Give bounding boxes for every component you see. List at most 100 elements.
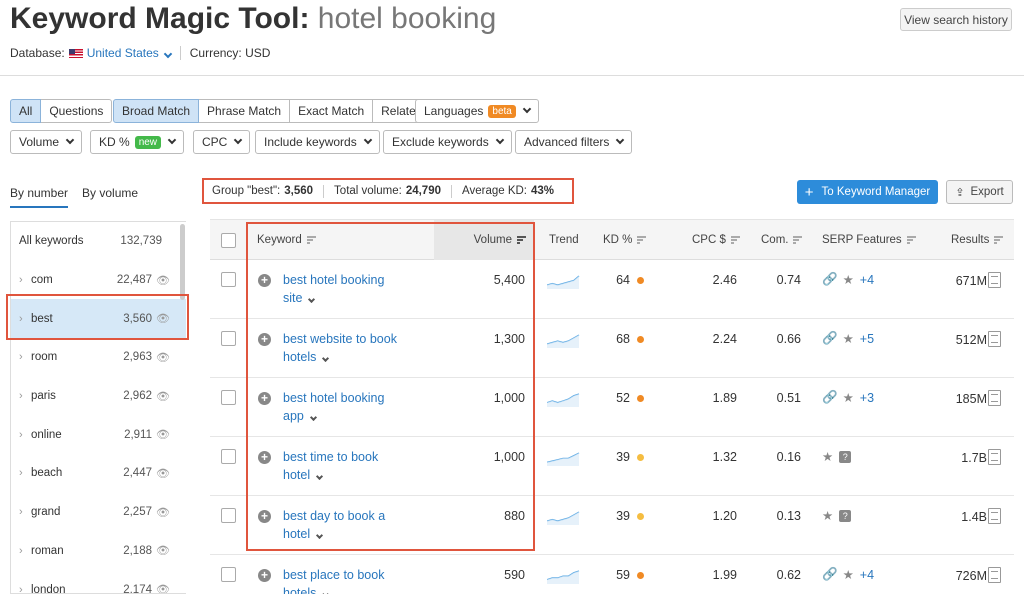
more-features-link[interactable]: +3 [860,391,874,405]
kd-dropdown[interactable]: KD % new [90,130,185,154]
chevron-right-icon: › [19,583,23,594]
tab-by-volume[interactable]: By volume [82,186,138,208]
export-icon: ⇪ [955,186,965,199]
column-keyword[interactable]: Keyword [257,220,316,260]
languages-dropdown[interactable]: Languages beta [415,99,539,123]
database-label: Database: [10,46,65,60]
tab-by-number[interactable]: By number [10,186,69,208]
group-count: 2,911 [124,428,152,441]
tab-questions[interactable]: Questions [41,99,113,123]
table-row[interactable]: + best hotel booking site 5,400 64 2.46 0.74 🔗 ★… [210,260,1014,319]
view-search-history-button[interactable]: View search history [900,8,1012,31]
group-all-keywords[interactable]: All keywords 132,739 [11,222,186,261]
chevron-down-icon[interactable] [308,295,316,304]
group-name: beach [31,467,63,480]
exclude-keywords-dropdown[interactable]: Exclude keywords [383,130,512,154]
keyword-link[interactable]: best website to book hotels [283,330,413,366]
serp-snapshot-icon[interactable] [988,272,1001,288]
serp-snapshot-icon[interactable] [988,449,1001,465]
cpc-cell: 2.24 [712,332,737,346]
chevron-down-icon[interactable] [316,531,324,540]
tab-exact-match[interactable]: Exact Match [290,99,374,123]
tab-phrase-match[interactable]: Phrase Match [199,99,291,123]
export-button[interactable]: ⇪ Export [946,180,1013,204]
table-row[interactable]: + best hotel booking app 1,000 52 1.89 0.51 🔗 ★ +… [210,378,1014,437]
chevron-down-icon[interactable] [322,354,330,363]
tab-all[interactable]: All [10,99,42,123]
table-row[interactable]: + best place to book hotels 590 59 1.99 0.62 🔗 ★… [210,555,1014,594]
keyword-link[interactable]: best place to book hotels [283,566,413,594]
group-item[interactable]: › online 2,911 👁 [11,415,186,454]
column-results[interactable]: Results [951,220,1004,260]
add-plus-icon[interactable]: + [258,333,271,346]
kd-cell: 52 [616,391,630,405]
to-keyword-manager-button[interactable]: + To Keyword Manager [797,180,938,204]
add-plus-icon[interactable]: + [258,569,271,582]
select-all-checkbox[interactable] [221,232,236,248]
eye-icon[interactable]: 👁 [156,467,170,480]
sidebar-scrollbar[interactable] [180,224,185,300]
group-item[interactable]: › beach 2,447 👁 [11,454,186,493]
keyword-link[interactable]: best day to book a hotel [283,507,413,543]
link-icon: 🔗 [822,272,838,286]
tab-broad-match[interactable]: Broad Match [113,99,200,123]
group-item[interactable]: › paris 2,962 👁 [11,377,186,416]
serp-snapshot-icon[interactable] [988,567,1001,583]
serp-snapshot-icon[interactable] [988,331,1001,347]
com-cell: 0.66 [776,332,801,346]
divider [451,184,452,198]
add-plus-icon[interactable]: + [258,451,271,464]
eye-icon[interactable]: 👁 [156,428,170,441]
chevron-down-icon[interactable] [316,472,324,481]
column-volume[interactable]: Volume [434,220,534,260]
more-features-link[interactable]: +4 [860,568,874,582]
keyword-line: hotels [283,586,317,594]
keyword-line: best hotel booking [283,273,385,287]
cpc-dropdown[interactable]: CPC [193,130,251,154]
average-kd-value: 43% [531,185,555,197]
database-select[interactable]: United States [87,46,172,60]
more-features-link[interactable]: +4 [860,273,874,287]
title-query: hotel booking [317,2,497,35]
row-checkbox[interactable] [221,331,236,346]
table-row[interactable]: + best website to book hotels 1,300 68 2.24 0.… [210,319,1014,378]
more-features-link[interactable]: +5 [860,332,874,346]
row-checkbox[interactable] [221,272,236,287]
eye-icon[interactable]: 👁 [156,506,170,519]
table-row[interactable]: + best day to book a hotel 880 39 1.20 0.13 ★? 1… [210,496,1014,555]
header-label: Trend [549,234,579,246]
group-count: 22,487 [116,274,152,287]
column-serp-features[interactable]: SERP Features [822,220,916,260]
group-item[interactable]: › room 2,963 👁 [11,338,186,377]
eye-icon[interactable]: 👁 [156,544,170,557]
keyword-link[interactable]: best hotel booking site [283,271,413,307]
column-kd[interactable]: KD % [603,220,647,260]
row-checkbox[interactable] [221,567,236,582]
group-item[interactable]: › london 2,174 👁 [11,570,186,594]
row-checkbox[interactable] [221,449,236,464]
column-com[interactable]: Com. [761,220,803,260]
results-cell: 671M [955,274,987,288]
row-checkbox[interactable] [221,390,236,405]
database-line: Database: United States Currency: USD [10,46,270,60]
add-plus-icon[interactable]: + [258,392,271,405]
keyword-link[interactable]: best time to book hotel [283,448,413,484]
eye-icon[interactable]: 👁 [156,351,170,364]
chevron-down-icon[interactable] [309,413,317,422]
include-keywords-dropdown[interactable]: Include keywords [255,130,380,154]
eye-icon[interactable]: 👁 [156,390,170,403]
add-plus-icon[interactable]: + [258,274,271,287]
table-row[interactable]: + best time to book hotel 1,000 39 1.32 0.16 ★?… [210,437,1014,496]
eye-icon[interactable]: 👁 [156,274,170,287]
row-checkbox[interactable] [221,508,236,523]
volume-dropdown[interactable]: Volume [10,130,83,154]
add-plus-icon[interactable]: + [258,510,271,523]
serp-snapshot-icon[interactable] [988,390,1001,406]
advanced-filters-dropdown[interactable]: Advanced filters [515,130,633,154]
group-item[interactable]: › grand 2,257 👁 [11,493,186,532]
serp-snapshot-icon[interactable] [988,508,1001,524]
eye-icon[interactable]: 👁 [156,583,170,593]
group-item[interactable]: › roman 2,188 👁 [11,532,186,571]
column-cpc[interactable]: CPC $ [692,220,740,260]
keyword-link[interactable]: best hotel booking app [283,389,413,425]
